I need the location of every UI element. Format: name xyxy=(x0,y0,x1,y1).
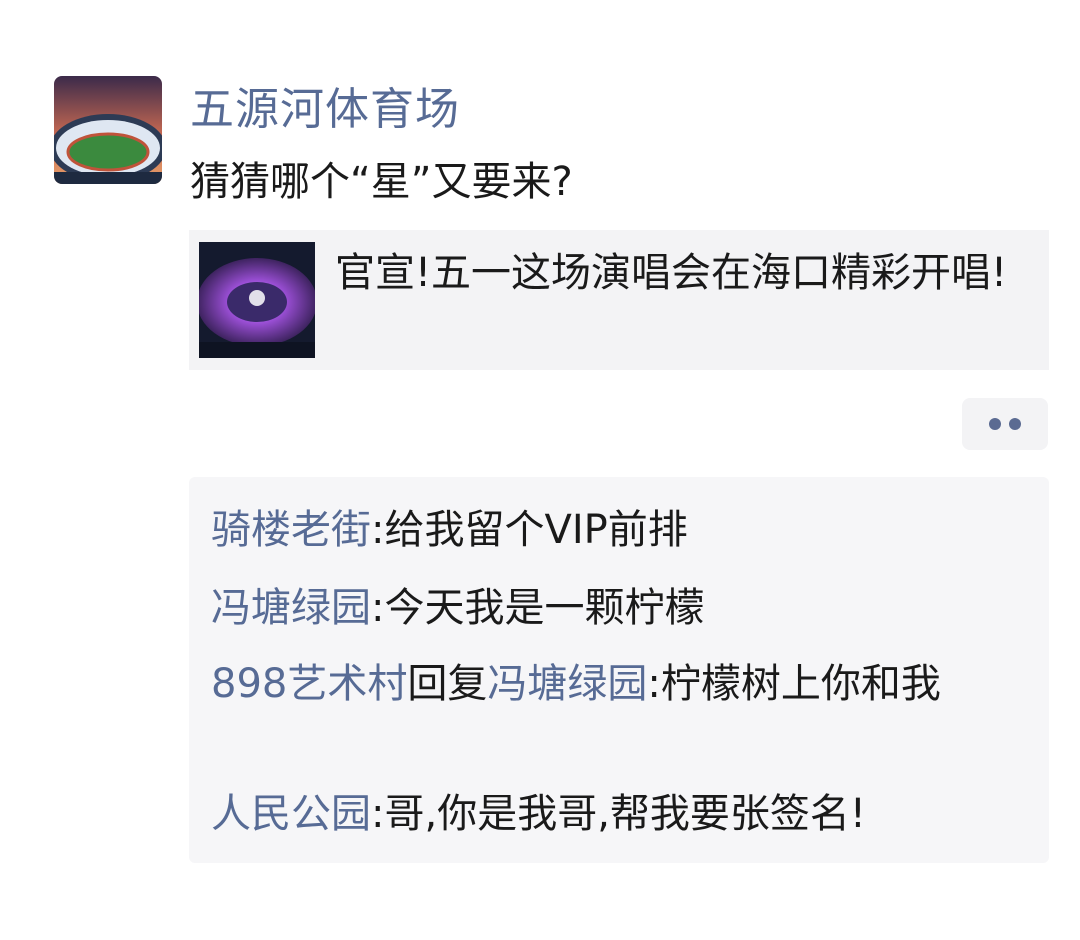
comment-separator: : xyxy=(371,791,385,837)
comment-item[interactable]: 898艺术村回复冯塘绿园:柠檬树上你和我 xyxy=(211,657,1031,711)
comment-item[interactable]: 冯塘绿园:今天我是一颗柠檬 xyxy=(211,581,1031,635)
reply-to-name[interactable]: 冯塘绿园 xyxy=(487,661,647,707)
commenter-name[interactable]: 骑楼老街 xyxy=(211,507,371,553)
comments-panel: 骑楼老街:给我留个VIP前排 冯塘绿园:今天我是一颗柠檬 898艺术村回复冯塘绿… xyxy=(189,477,1049,863)
comment-text: 今天我是一颗柠檬 xyxy=(384,585,705,631)
reply-word: 回复 xyxy=(407,661,488,707)
concert-thumbnail-image xyxy=(199,242,315,358)
more-dots-icon xyxy=(1009,418,1021,430)
comment-item[interactable]: 骑楼老街:给我留个VIP前排 xyxy=(211,503,1031,557)
comment-text: 哥,你是我哥,帮我要张签名! xyxy=(384,791,866,837)
more-options-button[interactable] xyxy=(962,398,1048,450)
comment-separator: : xyxy=(647,661,661,707)
link-title: 官宣!五一这场演唱会在海口精彩开唱! xyxy=(335,250,1008,296)
comment-item[interactable]: 人民公园:哥,你是我哥,帮我要张签名! xyxy=(211,787,1031,841)
author-name[interactable]: 五源河体育场 xyxy=(190,80,460,140)
link-card[interactable]: 官宣!五一这场演唱会在海口精彩开唱! xyxy=(189,230,1049,370)
comment-separator: : xyxy=(371,585,385,631)
link-thumbnail xyxy=(199,242,315,358)
comment-text: 给我留个VIP前排 xyxy=(384,507,688,553)
comment-text: 柠檬树上你和我 xyxy=(660,661,941,707)
commenter-name[interactable]: 人民公园 xyxy=(211,791,371,837)
comment-separator: : xyxy=(371,507,385,553)
commenter-name[interactable]: 898艺术村 xyxy=(211,661,407,707)
author-avatar[interactable] xyxy=(54,76,162,184)
commenter-name[interactable]: 冯塘绿园 xyxy=(211,585,371,631)
post-text: 猜猜哪个“星”又要来? xyxy=(190,159,573,205)
more-dots-icon xyxy=(989,418,1001,430)
stadium-avatar-image xyxy=(54,76,162,184)
